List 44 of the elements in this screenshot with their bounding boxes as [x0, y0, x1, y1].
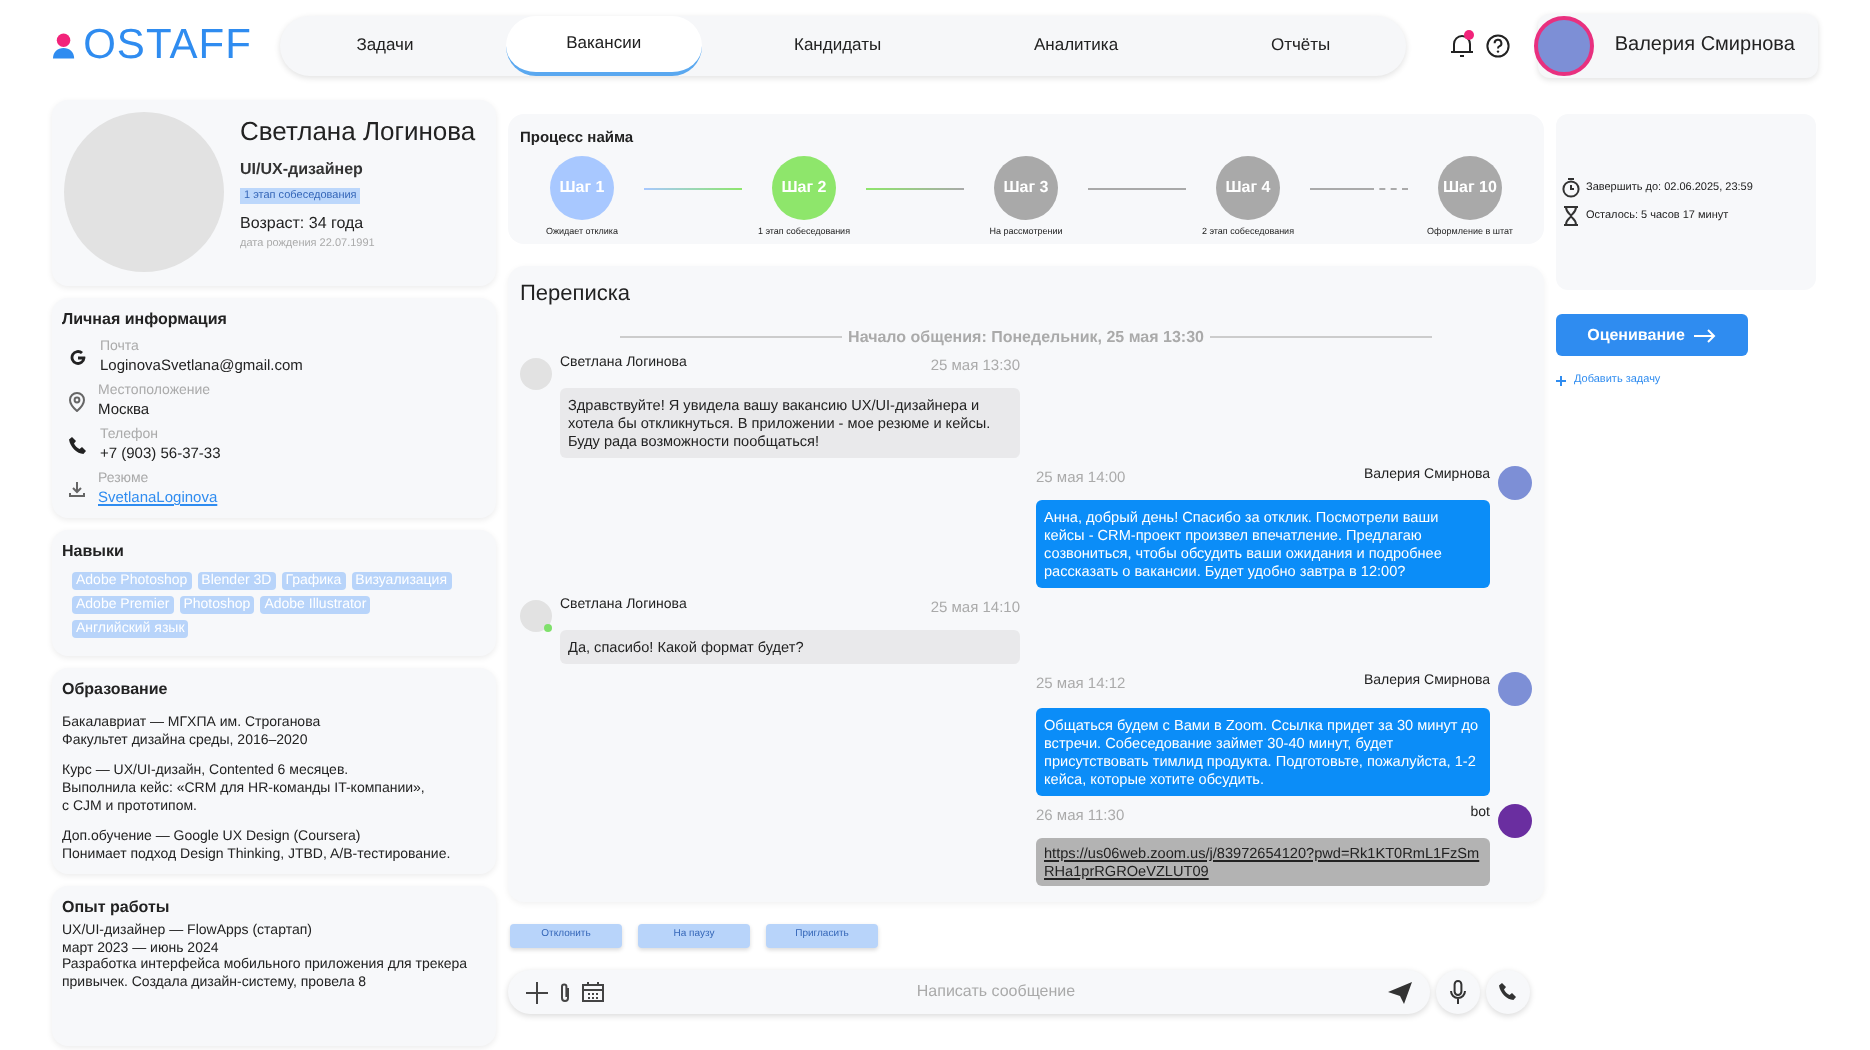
- microphone-button[interactable]: [1436, 970, 1480, 1014]
- chat-title: Переписка: [520, 280, 633, 310]
- section-title: Опыт работы: [62, 896, 172, 920]
- download-icon: [68, 480, 86, 498]
- help-icon[interactable]: [1486, 33, 1511, 57]
- paperclip-icon[interactable]: [558, 981, 572, 1003]
- calendar-icon[interactable]: [582, 982, 604, 1002]
- chat-start-divider: Начало общения: Понедельник, 25 мая 13:30: [848, 325, 1204, 349]
- age-text: Возраст: 34 года: [240, 211, 364, 236]
- nav-tab[interactable]: Аналитика: [973, 15, 1179, 75]
- hourglass-icon: [1562, 206, 1580, 226]
- arrow-right-icon: [1694, 327, 1717, 343]
- phone-icon: [68, 435, 88, 455]
- user-name: Валерия Смирнова: [1614, 32, 1795, 60]
- send-icon[interactable]: [1388, 981, 1412, 1003]
- candidate-name: Светлана Логинова: [240, 114, 476, 150]
- message-input[interactable]: Написать сообщение: [614, 980, 1378, 1004]
- logo-text: OSTAFF: [83, 19, 252, 72]
- section-title: Навыки: [62, 540, 126, 564]
- nav-tab[interactable]: Вакансии: [506, 15, 702, 75]
- connector-line: [1310, 188, 1368, 191]
- connector-line: [1088, 188, 1186, 191]
- connector-line: [866, 188, 964, 191]
- plus-icon: [1556, 375, 1566, 386]
- candidate-role: UI/UX-дизайнер: [240, 157, 363, 181]
- avatar: [520, 600, 552, 632]
- message-composer[interactable]: Написать сообщение: [508, 970, 1430, 1014]
- plus-icon[interactable]: [526, 981, 548, 1003]
- bell-icon[interactable]: [1450, 32, 1475, 58]
- section-title: Личная информация: [62, 308, 229, 332]
- google-icon: [68, 347, 88, 367]
- connector-line: [644, 188, 742, 191]
- call-button[interactable]: [1486, 970, 1530, 1014]
- user-profile-card[interactable]: Валерия Смирнова: [1538, 13, 1818, 77]
- nav-tab[interactable]: Задачи: [296, 15, 474, 75]
- section-title: Образование: [62, 678, 170, 702]
- microphone-icon: [1450, 980, 1466, 1004]
- location-pin-icon: [68, 391, 86, 411]
- dashed-connector: [1368, 188, 1408, 191]
- nav-tab[interactable]: Отчёты: [1210, 15, 1391, 75]
- stopwatch-icon: [1562, 178, 1580, 198]
- phone-icon: [1498, 982, 1518, 1002]
- nav-tab[interactable]: Кандидаты: [734, 15, 942, 75]
- avatar: [1534, 15, 1595, 75]
